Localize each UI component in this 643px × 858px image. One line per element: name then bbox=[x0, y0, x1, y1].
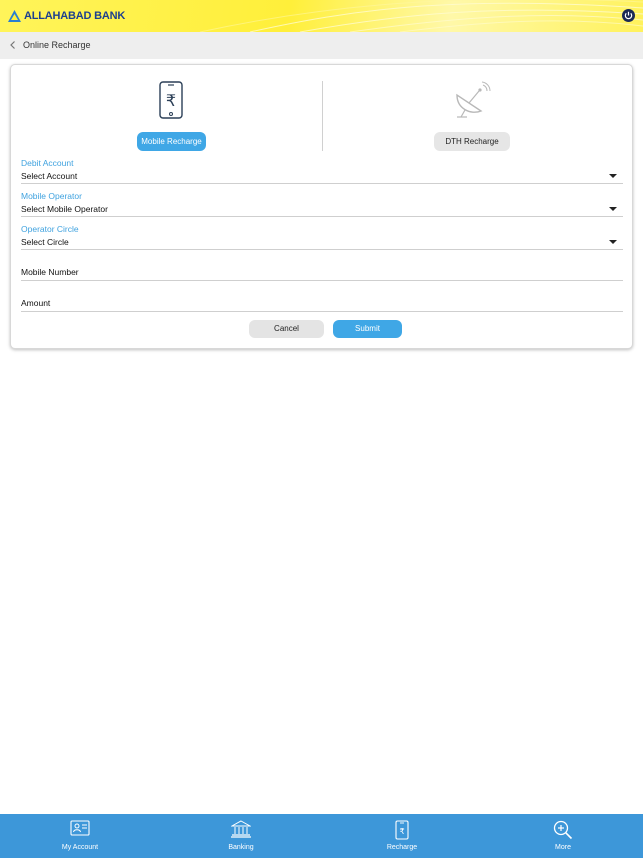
bottom-nav: My Account Banking ₹ Recharge More bbox=[0, 814, 643, 858]
amount-placeholder: Amount bbox=[21, 298, 51, 308]
satellite-dish-icon[interactable] bbox=[451, 81, 491, 119]
mobile-operator-label: Mobile Operator bbox=[21, 191, 82, 201]
chevron-down-icon bbox=[609, 174, 617, 178]
field-underline bbox=[21, 183, 623, 184]
chevron-down-icon bbox=[609, 207, 617, 211]
option-divider bbox=[322, 81, 323, 151]
field-underline bbox=[21, 249, 623, 250]
mobile-recharge-icon: ₹ bbox=[395, 820, 409, 840]
bank-name: ALLAHABAD BANK bbox=[24, 10, 126, 22]
cancel-button[interactable]: Cancel bbox=[249, 320, 324, 338]
field-underline bbox=[21, 216, 623, 217]
mobile-rupee-icon[interactable]: ₹ bbox=[159, 81, 183, 119]
debit-account-value: Select Account bbox=[21, 171, 78, 181]
operator-circle-value: Select Circle bbox=[21, 237, 69, 247]
magnifier-plus-icon bbox=[553, 820, 573, 840]
chevron-left-icon[interactable] bbox=[9, 40, 17, 50]
nav-item-recharge[interactable]: ₹ Recharge bbox=[322, 814, 482, 858]
submit-button[interactable]: Submit bbox=[333, 320, 402, 338]
mobile-recharge-button[interactable]: Mobile Recharge bbox=[137, 132, 206, 151]
field-underline bbox=[21, 280, 623, 281]
debit-account-label: Debit Account bbox=[21, 158, 74, 168]
svg-text:₹: ₹ bbox=[166, 91, 176, 110]
nav-label: My Account bbox=[61, 844, 99, 851]
operator-circle-select[interactable]: Operator Circle Select Circle bbox=[21, 224, 623, 250]
mobile-operator-value: Select Mobile Operator bbox=[21, 204, 108, 214]
recharge-card: ₹ Mobile Recharge DTH Recharge Debit Acc… bbox=[10, 64, 633, 349]
bank-building-icon bbox=[231, 820, 251, 838]
dth-recharge-button[interactable]: DTH Recharge bbox=[434, 132, 510, 151]
nav-label: Banking bbox=[228, 844, 254, 851]
account-card-icon bbox=[70, 820, 90, 836]
app-header: ALLAHABAD BANK bbox=[0, 0, 643, 32]
amount-input[interactable]: Amount bbox=[21, 298, 623, 312]
svg-text:₹: ₹ bbox=[399, 827, 404, 836]
operator-circle-label: Operator Circle bbox=[21, 224, 79, 234]
nav-label: More bbox=[555, 844, 571, 851]
chevron-down-icon bbox=[609, 240, 617, 244]
mobile-operator-select[interactable]: Mobile Operator Select Mobile Operator bbox=[21, 191, 623, 217]
power-icon[interactable] bbox=[622, 9, 635, 22]
nav-item-my-account[interactable]: My Account bbox=[0, 814, 160, 858]
field-underline bbox=[21, 311, 623, 312]
page-title: Online Recharge bbox=[23, 40, 91, 50]
nav-label: Recharge bbox=[386, 844, 418, 851]
mobile-number-input[interactable]: Mobile Number bbox=[21, 267, 623, 281]
nav-item-banking[interactable]: Banking bbox=[161, 814, 321, 858]
mobile-number-placeholder: Mobile Number bbox=[21, 267, 79, 277]
bank-logo-icon bbox=[8, 10, 21, 22]
bank-logo: ALLAHABAD BANK bbox=[8, 10, 125, 22]
breadcrumb: Online Recharge bbox=[0, 32, 643, 59]
debit-account-select[interactable]: Debit Account Select Account bbox=[21, 158, 623, 184]
nav-item-more[interactable]: More bbox=[483, 814, 643, 858]
